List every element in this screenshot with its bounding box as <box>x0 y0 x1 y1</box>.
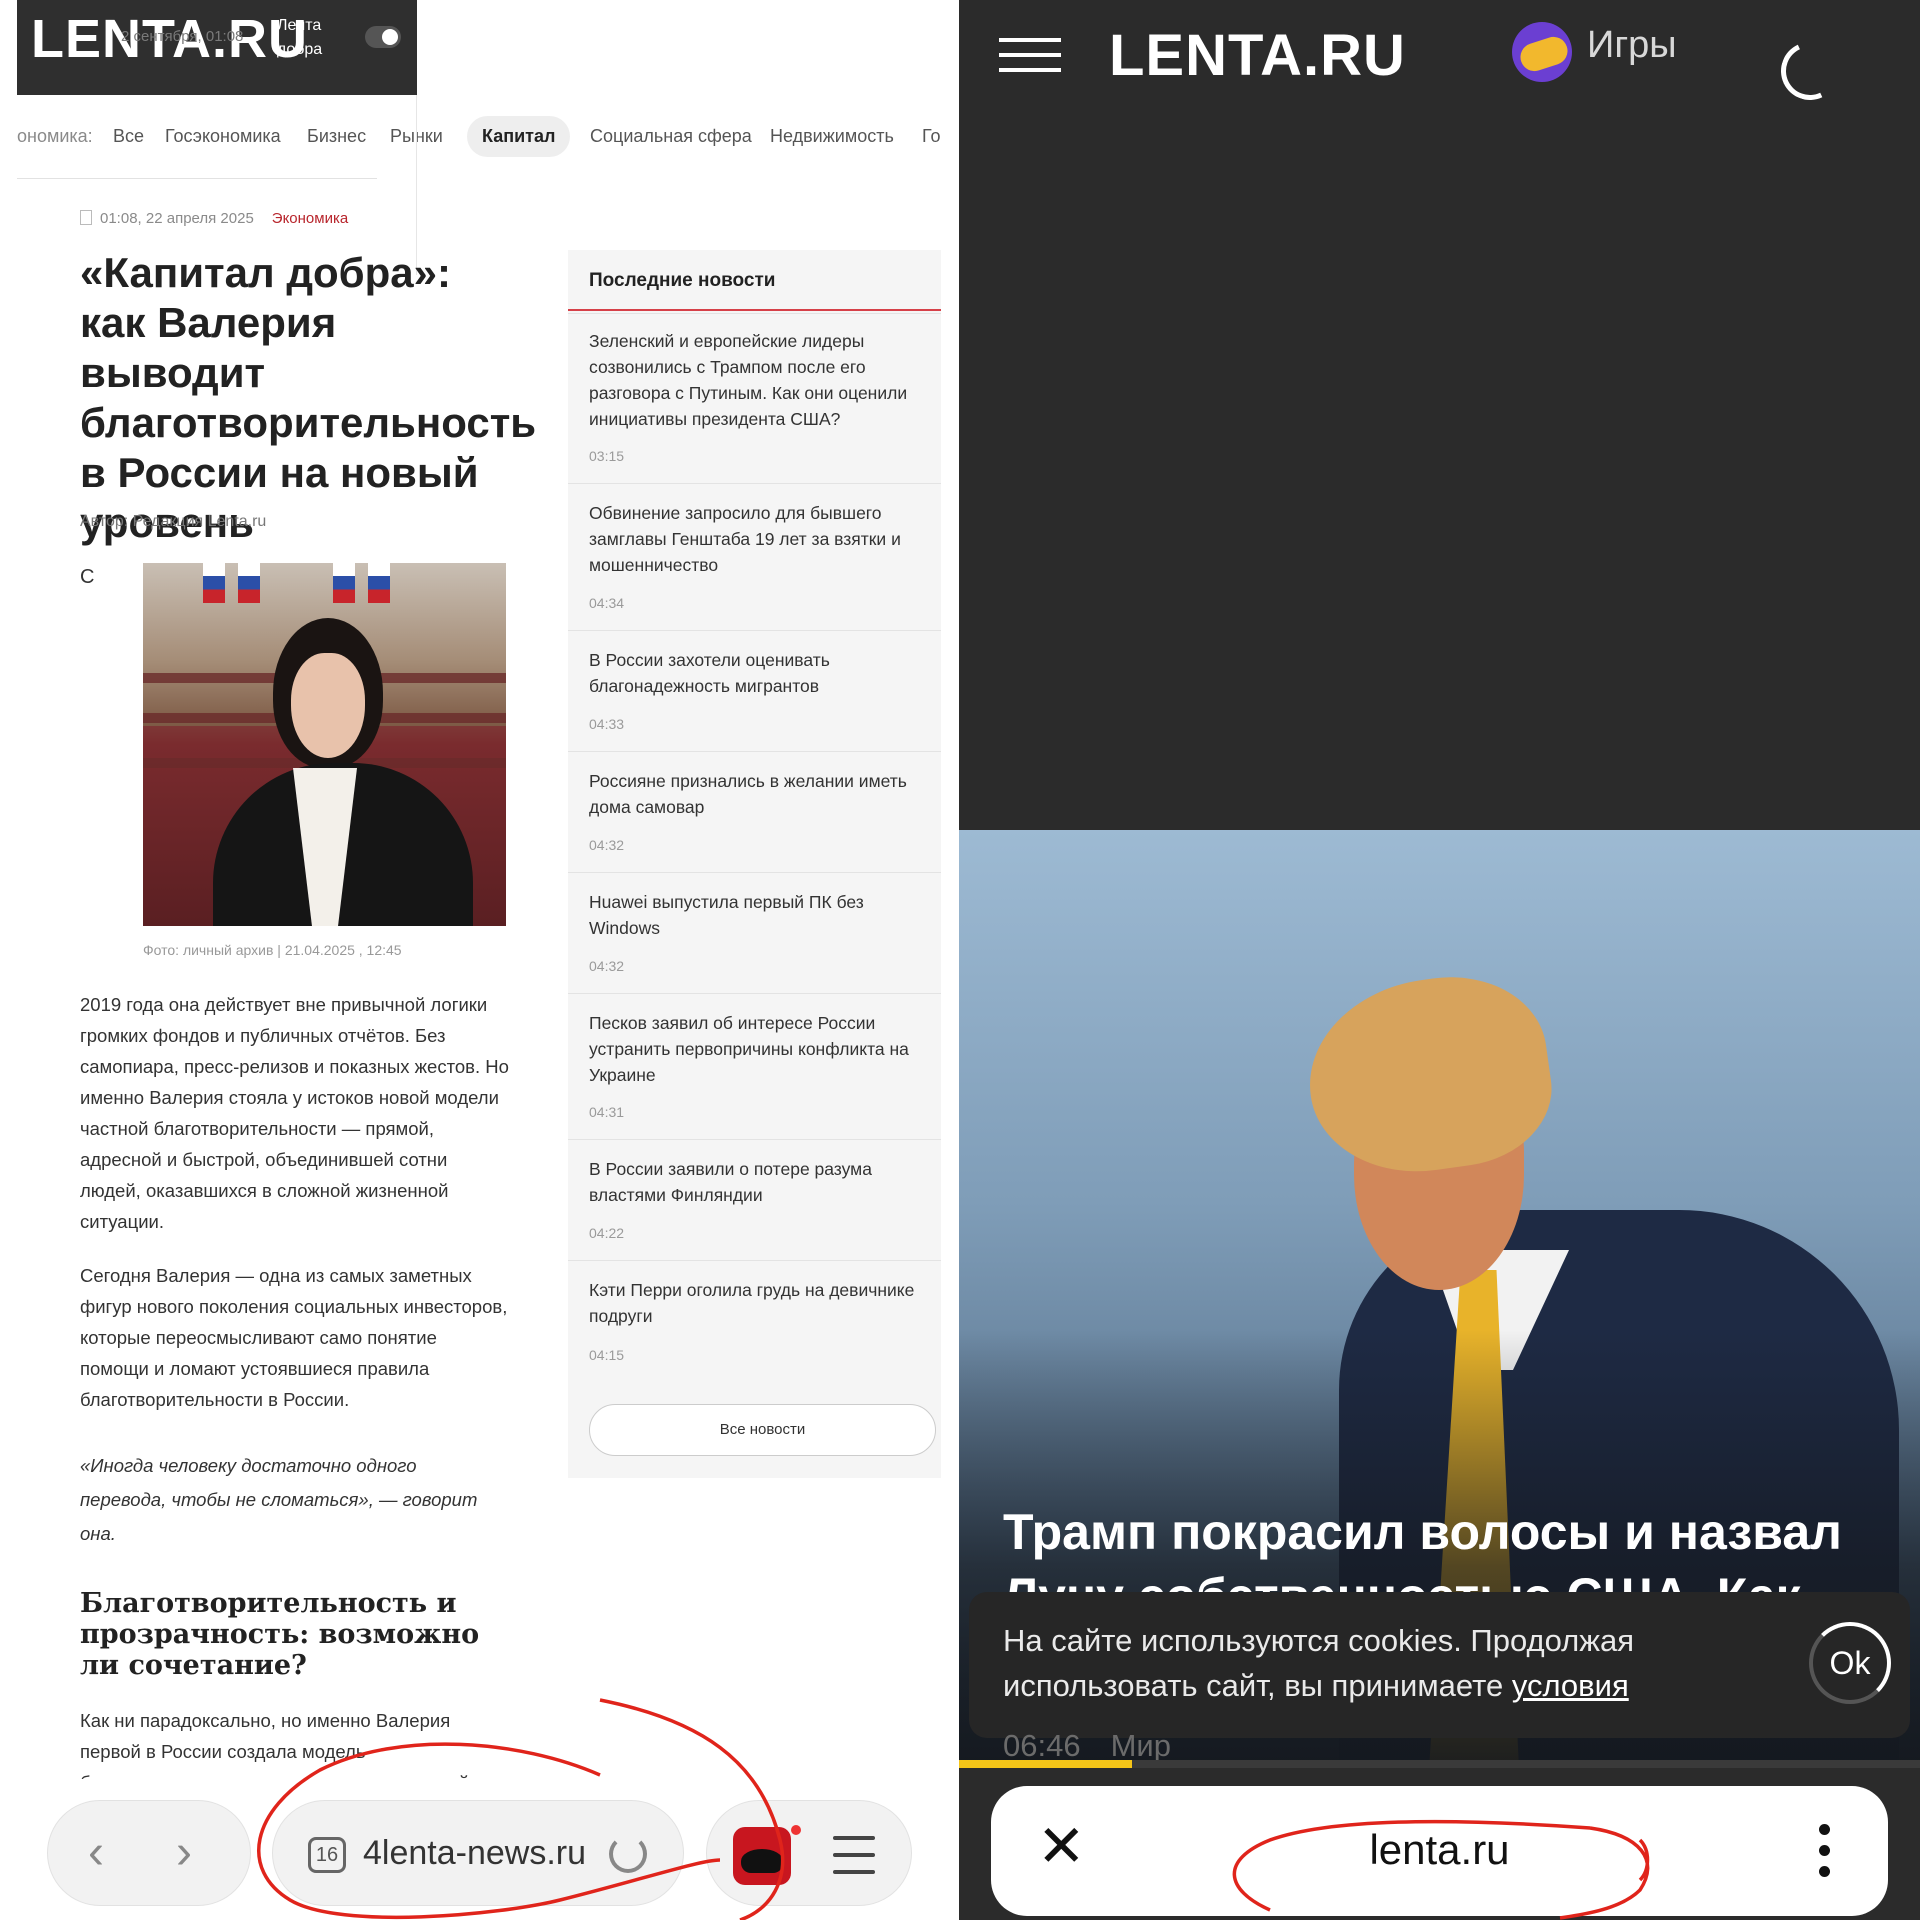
hamburger-menu-icon[interactable] <box>999 38 1061 72</box>
header-tag[interactable]: Лента добра <box>277 14 347 62</box>
news-item[interactable]: Huawei выпустила первый ПК без Windows 0… <box>568 872 941 993</box>
site-logo[interactable]: LENTA.RU <box>1109 22 1406 89</box>
browser-toolbar: ✕ lenta.ru <box>959 1768 1920 1920</box>
notification-dot <box>791 1825 801 1835</box>
category-all[interactable]: Все <box>113 126 144 147</box>
cookie-banner: На сайте используются cookies. Продолжая… <box>969 1592 1910 1738</box>
article-author: Автор: Редакция Lenta.ru <box>80 513 267 530</box>
slide-progress <box>959 1760 1920 1768</box>
news-item-time: 04:31 <box>589 1104 625 1120</box>
article-paragraph: Сегодня Валерия — одна из самых заметных… <box>80 1265 508 1410</box>
latest-news-heading: Последние новости <box>568 250 941 311</box>
reload-icon[interactable] <box>609 1835 647 1873</box>
games-link[interactable]: Игры <box>1587 24 1677 67</box>
hero-rubric[interactable]: Мир <box>1111 1728 1171 1763</box>
article-quote: «Иногда человеку достаточно одного перев… <box>80 1455 478 1544</box>
address-bar[interactable]: ✕ lenta.ru <box>991 1786 1888 1916</box>
category-prefix: ономика: <box>17 126 93 146</box>
cookie-terms-link[interactable]: условия <box>1512 1668 1629 1703</box>
news-item-time: 04:32 <box>589 958 625 974</box>
document-icon <box>80 210 92 225</box>
news-item[interactable]: В России захотели оценивать благонадежно… <box>568 630 941 751</box>
category-social[interactable]: Социальная сфера <box>590 126 752 147</box>
article-meta: 01:08, 22 апреля 2025 Экономика <box>80 210 348 227</box>
divider <box>17 178 377 179</box>
forward-button[interactable]: › <box>176 1829 192 1877</box>
fake-site-panel: LENTA.RU 2 сентября, 01:08 Лента добра о… <box>0 0 959 1920</box>
news-item-time: 04:34 <box>589 595 625 611</box>
back-button[interactable]: ‹ <box>88 1829 104 1877</box>
news-item[interactable]: Зеленский и европейские лидеры созвонили… <box>568 313 941 483</box>
url-text[interactable]: 4lenta-news.ru <box>363 1834 586 1873</box>
slide-progress-fill <box>959 1760 1132 1768</box>
category-gov-economy[interactable]: Госэкономика <box>165 126 281 147</box>
article-rubric[interactable]: Экономика <box>272 210 348 227</box>
news-item-title[interactable]: В России захотели оценивать благонадежно… <box>589 647 929 699</box>
browser-toolbar: ‹ › 16 4lenta-news.ru <box>0 1780 959 1920</box>
article-title: «Капитал добра»: как Валерия выводит бла… <box>80 249 537 546</box>
hero-title[interactable]: Трамп покрасил волосы и назвал Луну собс… <box>1003 1500 1883 1600</box>
category-nav: ономика: Все Госэкономика Бизнес Рынки К… <box>0 116 959 158</box>
news-item[interactable]: Кэти Перри оголила грудь на девичнике по… <box>568 1260 941 1382</box>
category-capital[interactable]: Капитал <box>467 116 571 157</box>
news-item[interactable]: В России заявили о потере разума властям… <box>568 1139 941 1260</box>
theme-toggle[interactable] <box>365 26 401 48</box>
real-site-panel: LENTA.RU Игры Трамп покрасил волосы и на… <box>959 0 1920 1920</box>
category-more[interactable]: Го <box>922 126 941 147</box>
news-item[interactable]: Песков заявил об интересе России устрани… <box>568 993 941 1139</box>
news-item-time: 04:15 <box>589 1347 625 1363</box>
app-icon[interactable] <box>733 1827 791 1885</box>
news-item-title[interactable]: В России заявили о потере разума властям… <box>589 1156 929 1208</box>
cookie-ok-button[interactable]: Ok <box>1809 1622 1891 1704</box>
hero-meta: 06:46 Мир <box>1003 1728 1171 1764</box>
news-item-title[interactable]: Россияне признались в желании иметь дома… <box>589 768 929 820</box>
latest-news-sidebar: Последние новости Зеленский и европейски… <box>568 250 941 1478</box>
header-date: 2 сентября, 01:08 <box>121 28 244 45</box>
article-dropcap: С <box>80 566 95 588</box>
news-item[interactable]: Обвинение запросило для бывшего замглавы… <box>568 483 941 630</box>
url-text[interactable]: lenta.ru <box>991 1826 1888 1874</box>
news-item-time: 03:15 <box>589 448 625 464</box>
news-item-time: 04:32 <box>589 837 625 853</box>
news-item-time: 04:22 <box>589 1225 625 1241</box>
menu-area <box>706 1800 912 1906</box>
cookie-text: На сайте используются cookies. Продолжая… <box>1003 1618 1703 1708</box>
address-bar[interactable]: 16 4lenta-news.ru <box>272 1800 684 1906</box>
news-item-title[interactable]: Обвинение запросило для бывшего замглавы… <box>589 500 929 578</box>
article-photo <box>143 563 506 926</box>
hero-time: 06:46 <box>1003 1728 1081 1763</box>
article-paragraph: 2019 года она действует вне привычной ло… <box>80 994 509 1232</box>
article-subheading: Благотворительность и прозрачность: возм… <box>80 1588 480 1681</box>
nav-buttons: ‹ › <box>47 1800 251 1906</box>
news-item-title[interactable]: Кэти Перри оголила грудь на девичнике по… <box>589 1277 929 1329</box>
news-item-title[interactable]: Huawei выпустила первый ПК без Windows <box>589 889 929 941</box>
article-datetime: 01:08, 22 апреля 2025 <box>100 210 254 227</box>
article-paragraph: Как ни парадоксально, но именно Валерия … <box>80 1710 469 1779</box>
category-realty[interactable]: Недвижимость <box>770 126 894 147</box>
news-item-title[interactable]: Зеленский и европейские лидеры созвонили… <box>589 328 929 432</box>
photo-caption: Фото: личный архив | 21.04.2025 , 12:45 <box>143 942 402 958</box>
category-business[interactable]: Бизнес <box>307 126 366 147</box>
more-options-icon[interactable] <box>1819 1824 1831 1887</box>
loading-spinner-icon <box>1772 33 1848 109</box>
news-item-title[interactable]: Песков заявил об интересе России устрани… <box>589 1010 929 1088</box>
menu-icon[interactable] <box>833 1836 875 1874</box>
site-header: LENTA.RU 2 сентября, 01:08 Лента добра <box>17 0 417 95</box>
tab-count-button[interactable]: 16 <box>308 1837 346 1873</box>
news-item-time: 04:33 <box>589 716 625 732</box>
all-news-button[interactable]: Все новости <box>589 1404 936 1456</box>
news-item[interactable]: Россияне признались в желании иметь дома… <box>568 751 941 872</box>
gamepad-icon[interactable] <box>1512 22 1572 82</box>
